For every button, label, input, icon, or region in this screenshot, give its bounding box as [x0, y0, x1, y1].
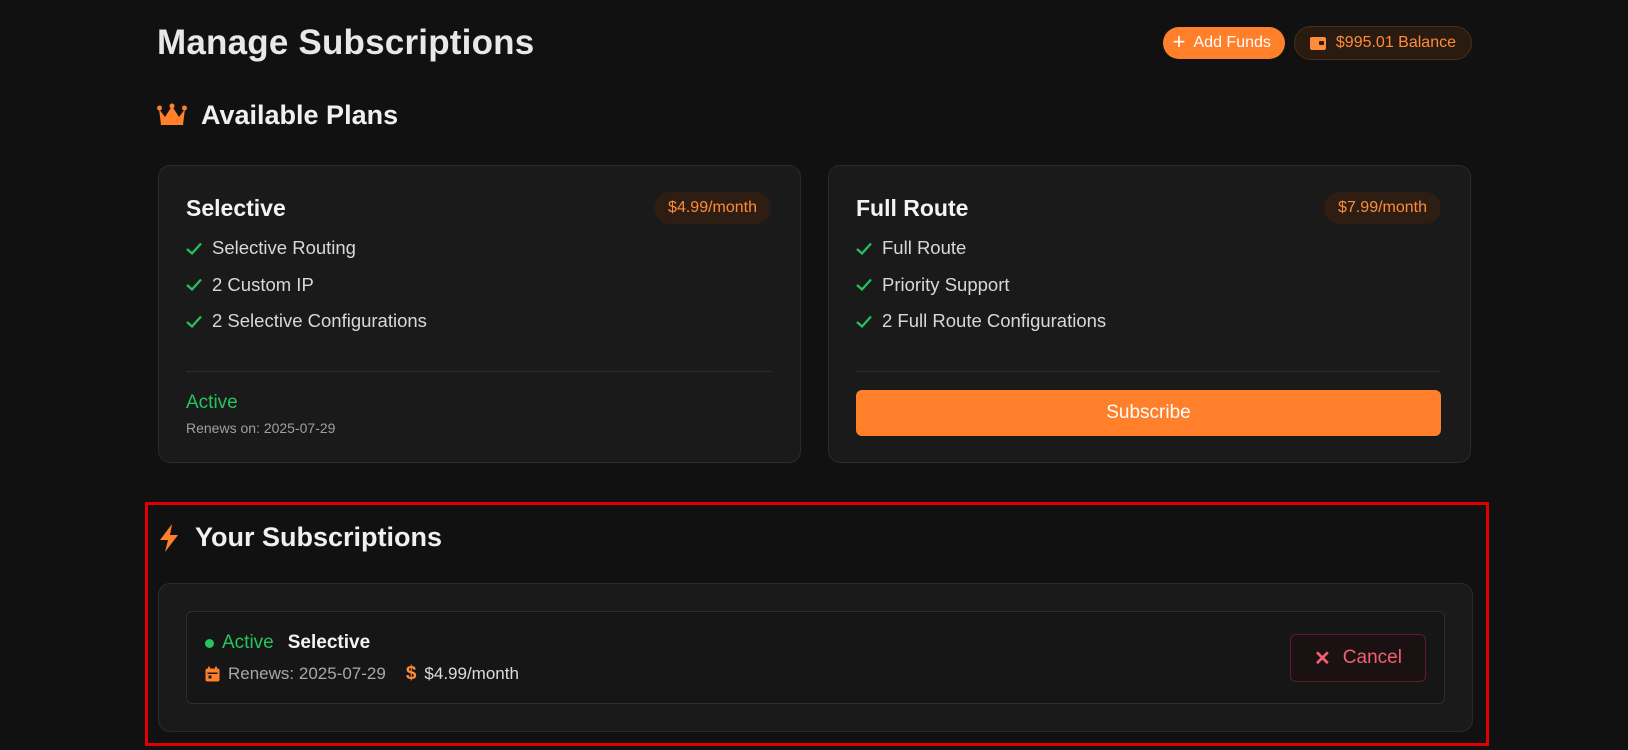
calendar-icon	[205, 666, 220, 682]
feature-text: Selective Routing	[212, 237, 356, 259]
subscription-renews: Renews: 2025-07-29	[228, 664, 386, 683]
subscription-details: Renews: 2025-07-29 $ $4.99/month	[205, 663, 519, 685]
plan-card-body: Full Route $7.99/month Full Route Priori…	[856, 192, 1441, 340]
price-badge: $4.99/month	[654, 192, 771, 224]
price-badge: $7.99/month	[1324, 192, 1441, 224]
header: Manage Subscriptions + Add Funds $995.01…	[157, 20, 1472, 66]
wallet-icon	[1309, 36, 1326, 50]
card-divider	[856, 371, 1441, 372]
cancel-label: Cancel	[1342, 647, 1402, 668]
balance-badge: $995.01 Balance	[1293, 26, 1472, 60]
feature-item: 2 Selective Configurations	[186, 303, 771, 340]
plan-card-body: Selective $4.99/month Selective Routing …	[186, 192, 771, 340]
plan-card-header: Full Route $7.99/month	[856, 192, 1441, 224]
feature-item: Full Route	[856, 230, 1441, 267]
subscription-row: Active Selective Renews: 2025-07-29 $ $4…	[186, 611, 1445, 704]
crown-icon	[157, 103, 187, 129]
dollar-icon: $	[405, 663, 417, 684]
feature-text: 2 Selective Configurations	[212, 310, 427, 332]
plan-card-selective: Selective $4.99/month Selective Routing …	[158, 165, 801, 463]
available-plans-title: Available Plans	[201, 100, 399, 130]
plan-status: Active	[186, 392, 238, 413]
add-funds-button[interactable]: + Add Funds	[1162, 27, 1285, 59]
add-funds-label: Add Funds	[1193, 34, 1271, 51]
subscription-price: $4.99/month	[424, 664, 519, 683]
balance-label: $995.01 Balance	[1335, 34, 1456, 51]
plan-name: Selective	[186, 194, 286, 221]
feature-text: Priority Support	[882, 273, 1010, 295]
page: Manage Subscriptions + Add Funds $995.01…	[0, 0, 1628, 750]
check-icon	[186, 242, 202, 255]
feature-list: Selective Routing 2 Custom IP 2 Selectiv…	[186, 230, 771, 340]
plan-card-header: Selective $4.99/month	[186, 192, 771, 224]
feature-text: 2 Full Route Configurations	[882, 310, 1107, 332]
feature-item: Selective Routing	[186, 230, 771, 267]
feature-text: 2 Custom IP	[212, 273, 314, 295]
subscription-summary: Active Selective	[205, 632, 370, 654]
subscriptions-panel: Active Selective Renews: 2025-07-29 $ $4…	[158, 583, 1473, 732]
feature-item: Priority Support	[856, 267, 1441, 304]
plan-card-full-route: Full Route $7.99/month Full Route Priori…	[828, 165, 1471, 463]
subscription-plan-name: Selective	[287, 632, 371, 653]
cancel-subscription-button[interactable]: ✕ Cancel	[1290, 634, 1426, 682]
feature-text: Full Route	[882, 237, 967, 259]
check-icon	[856, 278, 872, 292]
your-subscriptions-title: Your Subscriptions	[195, 522, 443, 552]
check-icon	[186, 278, 202, 292]
status-badge: Active	[222, 632, 274, 653]
feature-item: 2 Custom IP	[186, 267, 771, 304]
check-icon	[856, 315, 872, 328]
header-actions: + Add Funds $995.01 Balance	[1162, 26, 1472, 60]
page-title: Manage Subscriptions	[157, 23, 535, 62]
plan-renews-date: Renews on: 2025-07-29	[186, 420, 336, 436]
check-icon	[186, 315, 202, 328]
available-plans-heading: Available Plans	[157, 100, 398, 131]
check-icon	[856, 242, 872, 255]
subscribe-button[interactable]: Subscribe	[856, 390, 1441, 436]
x-icon: ✕	[1314, 647, 1331, 670]
plan-name: Full Route	[856, 194, 969, 221]
feature-list: Full Route Priority Support 2 Full Route…	[856, 230, 1441, 340]
card-divider	[186, 371, 771, 372]
your-subscriptions-heading: Your Subscriptions	[157, 522, 442, 553]
plus-icon: +	[1172, 29, 1186, 54]
feature-item: 2 Full Route Configurations	[856, 303, 1441, 340]
status-dot	[205, 638, 214, 648]
bolt-icon	[157, 523, 181, 553]
